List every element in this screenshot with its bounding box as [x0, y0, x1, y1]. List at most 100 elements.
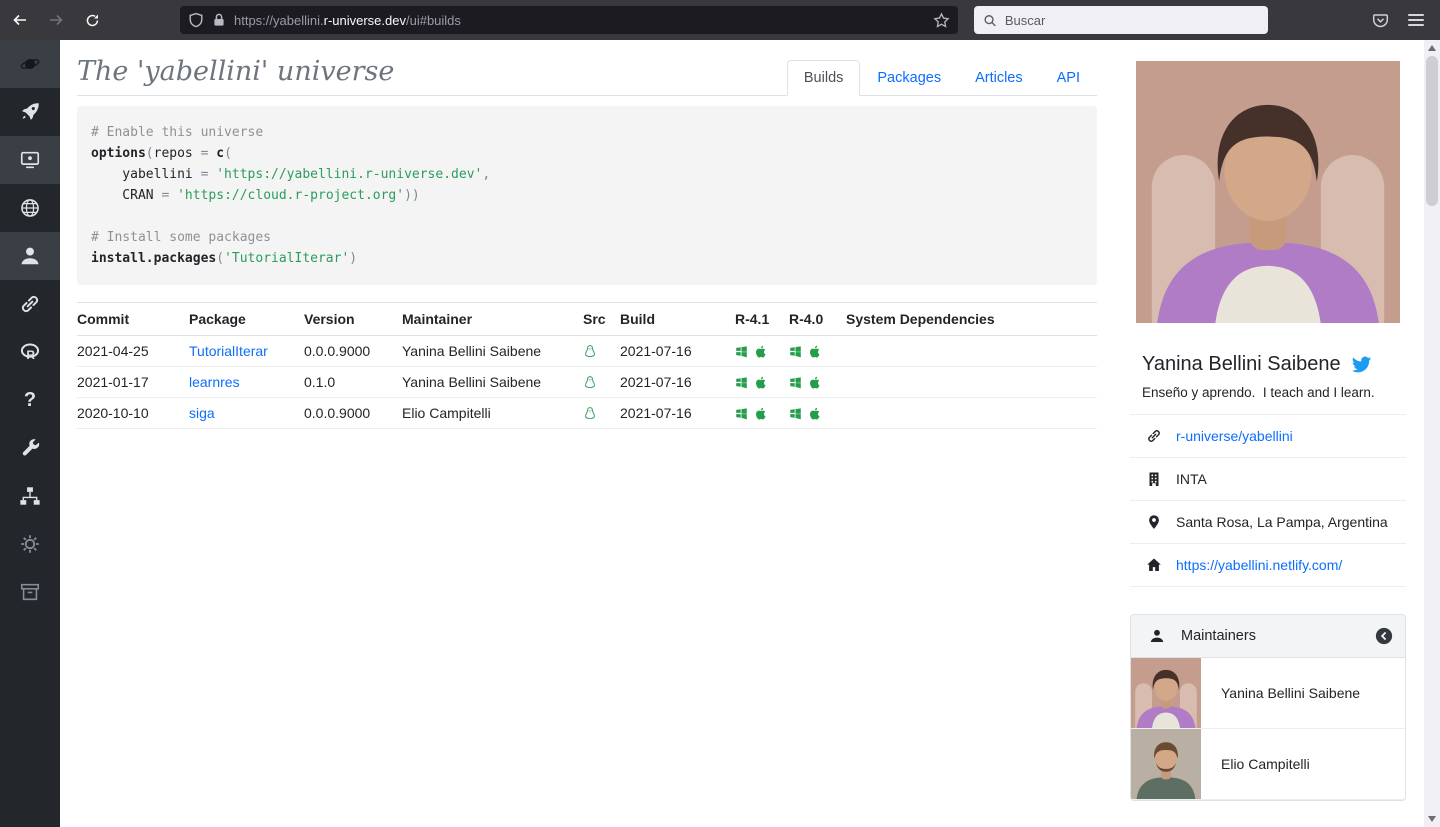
- maintainer-row[interactable]: Elio Campitelli: [1131, 729, 1405, 800]
- code-string: 'https://yabellini.r-universe.dev': [216, 167, 482, 182]
- profile-organization-item: INTA: [1130, 457, 1406, 500]
- profile-name: Yanina Bellini Saibene: [1142, 353, 1341, 376]
- linux-build-icon[interactable]: [583, 375, 597, 390]
- search-icon: [983, 13, 997, 28]
- forward-button[interactable]: [40, 6, 72, 34]
- menu-button[interactable]: [1400, 6, 1432, 34]
- build-date: 2021-07-16: [620, 398, 735, 429]
- back-arrow-icon: [12, 12, 28, 28]
- pocket-icon: [1372, 12, 1389, 29]
- profile-links: r-universe/yabellini INTA Santa Rosa, La…: [1130, 414, 1406, 587]
- profile-website-item: https://yabellini.netlify.com/: [1130, 543, 1406, 587]
- r-logo-icon: [19, 341, 41, 363]
- sidebar-item-packages[interactable]: [0, 568, 60, 616]
- package-link[interactable]: learnres: [189, 374, 240, 390]
- maintainer-cell: Yanina Bellini Saibene: [402, 336, 583, 367]
- tab-api[interactable]: API: [1040, 60, 1097, 96]
- code-token: ): [349, 251, 357, 266]
- search-bar[interactable]: [974, 6, 1268, 34]
- scroll-down-arrow[interactable]: [1424, 811, 1440, 827]
- sidebar-item-sysdeps[interactable]: [0, 424, 60, 472]
- maintainers-card: Maintainers Yanina Bellini Saibene Elio …: [1130, 614, 1406, 801]
- search-input[interactable]: [1005, 13, 1259, 28]
- url-scheme-subdomain: https://yabellini.: [234, 13, 324, 28]
- version-cell: 0.0.0.9000: [304, 398, 402, 429]
- header-package: Package: [189, 303, 304, 336]
- bookmark-star-icon[interactable]: [933, 12, 950, 29]
- code-token: (: [216, 251, 224, 266]
- sidebar-item-apps[interactable]: [0, 136, 60, 184]
- sidebar-item-universes[interactable]: [0, 184, 60, 232]
- apple-build-icon[interactable]: [808, 376, 821, 389]
- sidebar-item-sitemap[interactable]: [0, 472, 60, 520]
- apple-build-icon[interactable]: [754, 407, 767, 420]
- header-r41: R-4.1: [735, 303, 789, 336]
- sysdeps-cell: [846, 398, 1097, 429]
- commit-date: 2021-01-17: [77, 367, 189, 398]
- header-maintainer: Maintainer: [402, 303, 583, 336]
- profile-repo-item: r-universe/yabellini: [1130, 414, 1406, 457]
- scroll-thumb[interactable]: [1426, 56, 1438, 206]
- package-link[interactable]: TutorialIterar: [189, 343, 268, 359]
- build-date: 2021-07-16: [620, 336, 735, 367]
- version-cell: 0.1.0: [304, 367, 402, 398]
- code-token: ,: [482, 167, 490, 182]
- collapse-arrow-icon[interactable]: [1375, 627, 1393, 645]
- website-link[interactable]: https://yabellini.netlify.com/: [1176, 557, 1342, 573]
- windows-build-icon[interactable]: [735, 407, 748, 420]
- tracking-shield-icon[interactable]: [188, 12, 204, 28]
- windows-build-icon[interactable]: [789, 376, 802, 389]
- windows-build-icon[interactable]: [789, 407, 802, 420]
- sidebar-item-builds[interactable]: [0, 88, 60, 136]
- sidebar-item-r-project[interactable]: [0, 328, 60, 376]
- apple-build-icon[interactable]: [754, 376, 767, 389]
- tab-articles[interactable]: Articles: [958, 60, 1040, 96]
- repo-link[interactable]: r-universe/yabellini: [1176, 428, 1293, 444]
- code-token: CRAN: [91, 188, 154, 203]
- commit-date: 2021-04-25: [77, 336, 189, 367]
- tab-packages[interactable]: Packages: [860, 60, 958, 96]
- apple-build-icon[interactable]: [808, 407, 821, 420]
- maintainer-avatar: [1131, 729, 1201, 799]
- apple-build-icon[interactable]: [754, 345, 767, 358]
- page-title: The 'yabellini' universe: [77, 56, 394, 87]
- sidebar-item-links[interactable]: [0, 280, 60, 328]
- package-cell: learnres: [189, 367, 304, 398]
- sidebar-item-help[interactable]: ?: [0, 376, 60, 424]
- code-token: repos: [154, 146, 193, 161]
- app-sidebar: ?: [0, 40, 60, 827]
- reload-icon: [85, 13, 100, 28]
- url-bar[interactable]: https://yabellini.r-universe.dev/ui#buil…: [180, 6, 958, 34]
- linux-build-icon[interactable]: [583, 344, 597, 359]
- code-token: =: [193, 167, 216, 182]
- linux-build-icon[interactable]: [583, 406, 597, 421]
- code-token: options: [91, 146, 146, 161]
- sidebar-item-settings[interactable]: [0, 520, 60, 568]
- package-cell: TutorialIterar: [189, 336, 304, 367]
- sidebar-item-maintainers[interactable]: [0, 232, 60, 280]
- r41-cell: [735, 367, 789, 398]
- r40-cell: [789, 367, 846, 398]
- windows-build-icon[interactable]: [735, 345, 748, 358]
- lock-icon[interactable]: [211, 12, 227, 28]
- hamburger-icon: [1408, 11, 1424, 29]
- globe-icon: [19, 197, 41, 219]
- code-comment: # Install some packages: [91, 230, 271, 245]
- back-button[interactable]: [4, 6, 36, 34]
- pocket-button[interactable]: [1364, 6, 1396, 34]
- windows-build-icon[interactable]: [789, 345, 802, 358]
- apple-build-icon[interactable]: [808, 345, 821, 358]
- scroll-up-arrow[interactable]: [1424, 40, 1440, 56]
- windows-build-icon[interactable]: [735, 376, 748, 389]
- sidebar-item-logo[interactable]: [0, 40, 60, 88]
- maintainer-cell: Elio Campitelli: [402, 398, 583, 429]
- src-cell: [583, 367, 620, 398]
- reload-button[interactable]: [76, 6, 108, 34]
- profile-bio: Enseño y aprendo. I teach and I learn.: [1142, 385, 1400, 400]
- window-scrollbar[interactable]: [1424, 40, 1440, 827]
- package-link[interactable]: siga: [189, 405, 215, 421]
- code-token: (: [146, 146, 154, 161]
- twitter-icon[interactable]: [1351, 354, 1372, 375]
- maintainer-row[interactable]: Yanina Bellini Saibene: [1131, 658, 1405, 729]
- tab-builds[interactable]: Builds: [787, 60, 861, 96]
